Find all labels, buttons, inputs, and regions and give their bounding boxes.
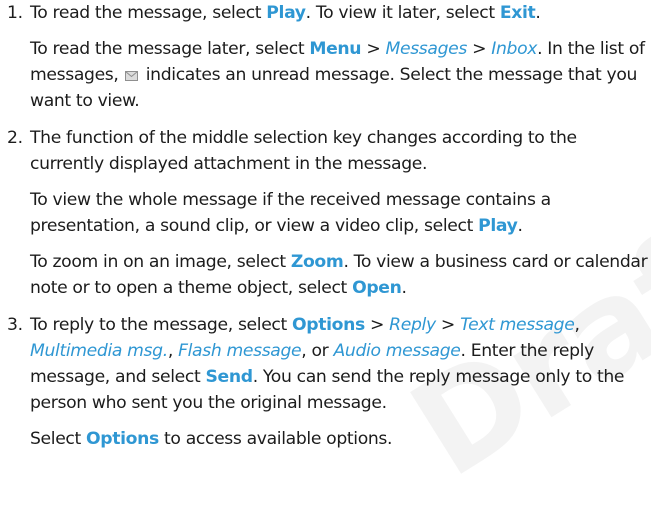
unread-message-envelope-icon — [124, 71, 138, 81]
inbox-menu-path: Inbox — [491, 39, 538, 59]
zoom-softkey: Zoom — [290, 252, 344, 272]
step-2-instruction: 2. The function of the middle selection k… — [7, 125, 651, 177]
play-softkey: Play — [478, 216, 518, 236]
step-2-play-note: To view the whole message if the receive… — [30, 190, 551, 236]
flash-message-option: Flash message — [178, 341, 302, 361]
options-softkey: Options — [86, 429, 159, 449]
step-2-zoom-note: To zoom in on an image, select Zoom. To … — [30, 252, 648, 298]
step-2: 2. The function of the middle selection k… — [0, 125, 651, 301]
step-number: 2. — [7, 128, 23, 148]
manual-page: Draft 1. To read the message, select Play… — [0, 0, 651, 507]
audio-message-option: Audio message — [333, 341, 461, 361]
text-message-option: Text message — [460, 315, 575, 335]
step-1-instruction: 1. To read the message, select Play. To v… — [7, 0, 651, 26]
step-1: 1. To read the message, select Play. To v… — [0, 0, 651, 114]
options-softkey: Options — [292, 315, 365, 335]
step-3-instruction: 3. To reply to the message, select Option… — [7, 312, 651, 416]
step-3: 3. To reply to the message, select Option… — [0, 312, 651, 452]
send-softkey: Send — [205, 367, 254, 387]
menu-softkey: Menu — [309, 39, 362, 59]
step-1-note: To read the message later, select Menu >… — [30, 39, 645, 111]
reply-menu-path: Reply — [389, 315, 436, 335]
step-number: 1. — [7, 3, 23, 23]
step-3-options-note: Select Options to access available optio… — [30, 429, 393, 449]
open-softkey: Open — [352, 278, 402, 298]
play-softkey: Play — [266, 3, 306, 23]
instruction-list: 1. To read the message, select Play. To v… — [0, 0, 651, 452]
exit-softkey: Exit — [499, 3, 536, 23]
messages-menu-path: Messages — [385, 39, 467, 59]
multimedia-msg-option: Multimedia msg. — [30, 341, 168, 361]
step-number: 3. — [7, 315, 23, 335]
